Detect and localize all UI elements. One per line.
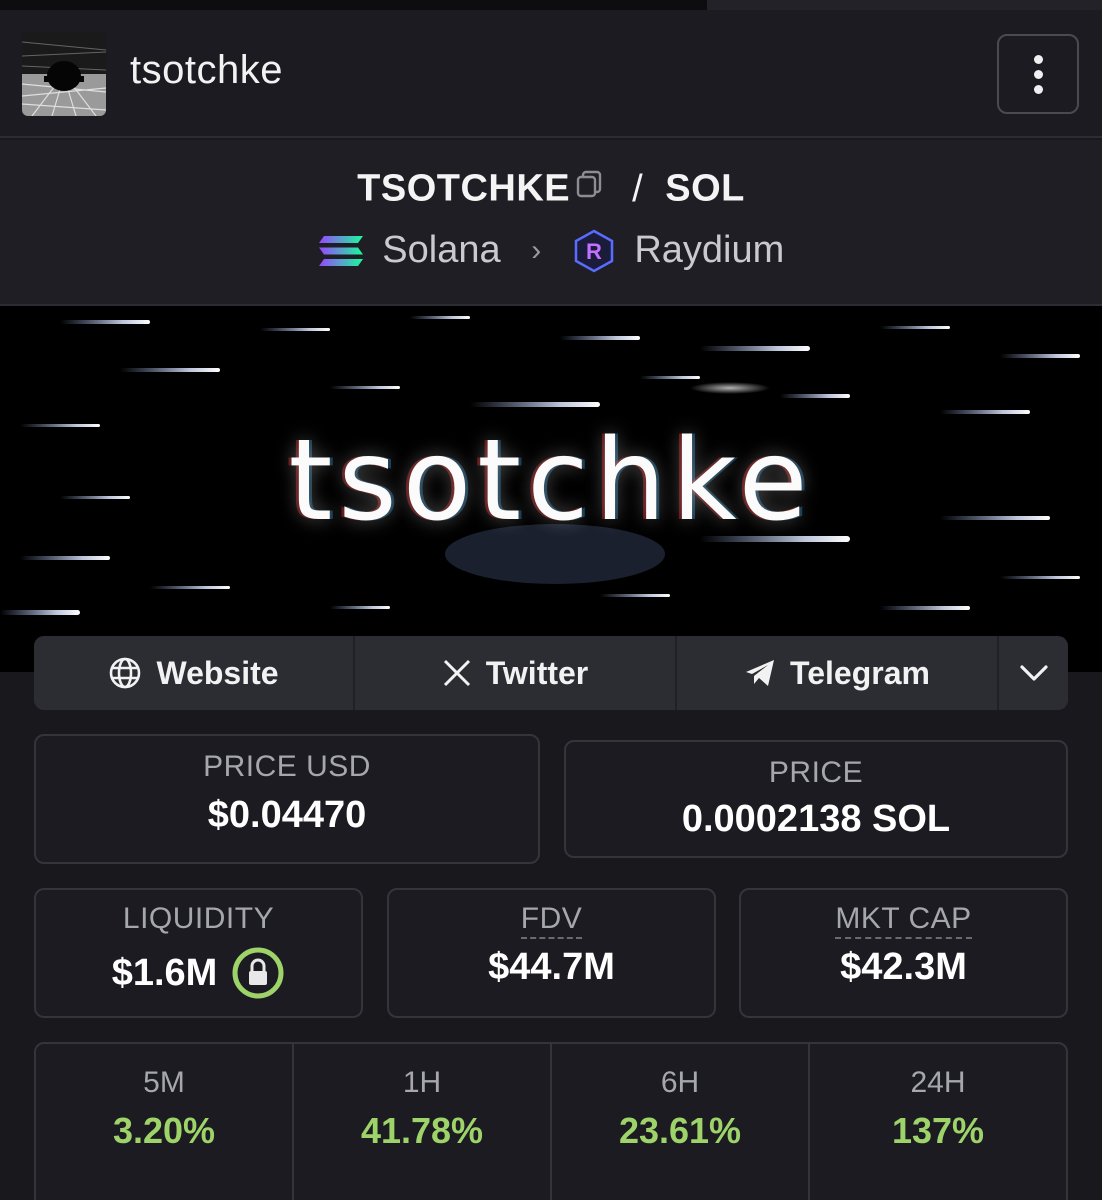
liquidity-label: LIQUIDITY: [122, 902, 275, 935]
mkt-cap-box[interactable]: MKT CAP $42.3M: [739, 888, 1068, 1018]
change-value: 137%: [891, 1110, 985, 1151]
mkt-cap-label: MKT CAP: [835, 902, 972, 939]
fdv-label: FDV: [520, 902, 583, 939]
solana-icon: [318, 235, 363, 266]
price-native-value: 0.0002138 SOL: [681, 798, 951, 840]
twitter-label: Twitter: [485, 654, 589, 691]
change-value: 41.78%: [360, 1110, 484, 1151]
change-tab-6h[interactable]: 6H 23.61%: [552, 1044, 810, 1200]
price-native-box: PRICE 0.0002138 SOL: [564, 740, 1068, 858]
telegram-icon: [746, 660, 775, 686]
copy-icon[interactable]: [574, 166, 604, 209]
base-symbol: TSOTCHKE: [357, 167, 571, 210]
change-label: 5M: [143, 1066, 185, 1099]
chain-breadcrumb: Solana › R Raydium: [0, 228, 1102, 273]
chevron-right-icon: ›: [531, 233, 542, 267]
telegram-button[interactable]: Telegram: [677, 636, 999, 710]
chain-name[interactable]: Solana: [382, 229, 500, 271]
globe-icon: [110, 657, 141, 689]
website-label: Website: [156, 654, 279, 691]
change-tab-1h[interactable]: 1H 41.78%: [294, 1044, 552, 1200]
fdv-value: $44.7M: [488, 946, 615, 988]
token-name: tsotchke: [130, 48, 283, 92]
fdv-box[interactable]: FDV $44.7M: [387, 888, 716, 1018]
top-strip: [0, 0, 1102, 10]
menu-dot: [1033, 84, 1043, 94]
change-label: 1H: [402, 1066, 442, 1099]
price-usd-label: PRICE USD: [203, 750, 371, 783]
change-tab-24h[interactable]: 24H 137%: [810, 1044, 1066, 1200]
token-header: tsotchke: [0, 10, 1102, 138]
social-links-bar: Website Twitter Telegram: [34, 636, 1068, 710]
price-native-label: PRICE: [768, 756, 864, 789]
raydium-icon: R: [574, 229, 613, 273]
telegram-label: Telegram: [790, 654, 930, 691]
svg-text:R: R: [586, 239, 602, 264]
x-icon: [443, 659, 470, 687]
banner-image: tsotchke: [0, 306, 1102, 672]
liquidity-box: LIQUIDITY $1.6M: [34, 888, 363, 1018]
change-value: 3.20%: [112, 1110, 216, 1151]
top-strip-segment: [707, 0, 1102, 10]
menu-dot: [1033, 69, 1043, 79]
change-tab-5m[interactable]: 5M 3.20%: [36, 1044, 294, 1200]
change-label: 24H: [910, 1066, 966, 1099]
banner-wordmark: tsotchke: [288, 416, 814, 546]
menu-dot: [1033, 54, 1043, 64]
pair-separator: /: [632, 167, 644, 210]
change-label: 6H: [660, 1066, 700, 1099]
more-options-button[interactable]: [997, 34, 1079, 114]
chevron-down-icon: [1019, 665, 1048, 681]
avatar: [22, 32, 106, 116]
pair-title: TSOTCHKE / SOL: [0, 166, 1102, 215]
mkt-cap-value: $42.3M: [840, 946, 967, 988]
dex-name[interactable]: Raydium: [634, 229, 784, 271]
price-change-tabs: 5M 3.20% 1H 41.78% 6H 23.61% 24H 137%: [34, 1042, 1068, 1200]
quote-symbol: SOL: [665, 167, 745, 210]
website-button[interactable]: Website: [34, 636, 355, 710]
price-usd-box: PRICE USD $0.04470: [34, 734, 540, 864]
twitter-button[interactable]: Twitter: [355, 636, 677, 710]
more-links-button[interactable]: [999, 636, 1068, 710]
pair-info: TSOTCHKE / SOL Solana › R Raydium: [0, 140, 1102, 306]
lock-icon[interactable]: [231, 946, 285, 1000]
change-value: 23.61%: [618, 1110, 742, 1151]
liquidity-value: $1.6M: [111, 951, 218, 994]
price-usd-value: $0.04470: [207, 794, 367, 836]
